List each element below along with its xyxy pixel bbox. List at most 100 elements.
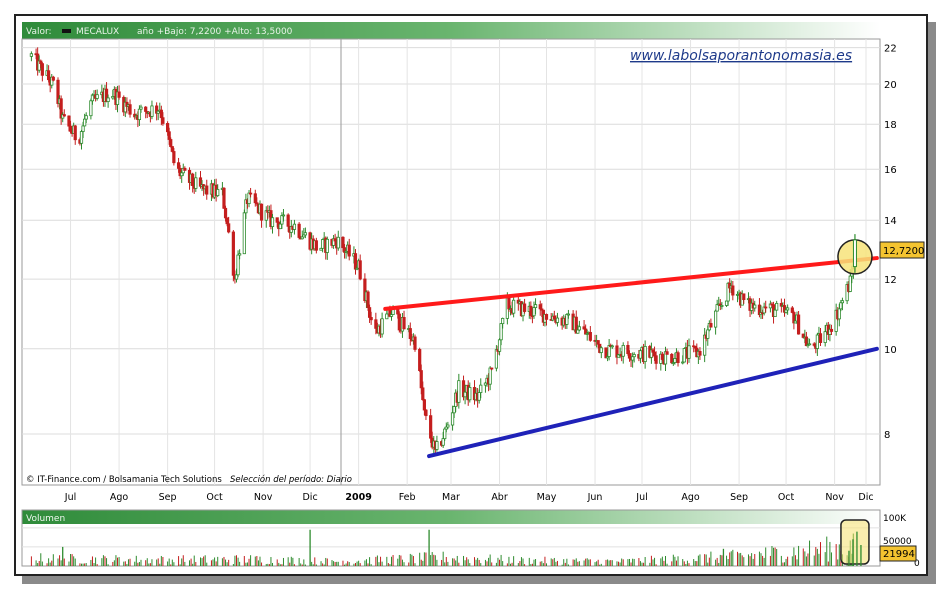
candle-body bbox=[169, 139, 173, 147]
candle-body bbox=[839, 302, 843, 310]
candle-body bbox=[599, 347, 603, 353]
candle-body bbox=[441, 438, 445, 446]
x-tick-label: Dic bbox=[858, 492, 873, 503]
candle-body bbox=[714, 310, 718, 328]
candle-body bbox=[402, 317, 406, 330]
candle-body bbox=[205, 185, 209, 195]
volume-badge: 21994 bbox=[883, 549, 915, 560]
candle-body bbox=[775, 302, 779, 311]
candle-body bbox=[259, 203, 264, 221]
candle-body bbox=[848, 275, 852, 292]
y-tick-label: 14 bbox=[884, 216, 897, 227]
ticker-label: MECALUX bbox=[76, 27, 119, 37]
candle-body bbox=[424, 409, 428, 417]
candle-body bbox=[576, 329, 580, 334]
volume-header-bar bbox=[22, 510, 880, 524]
candle-body bbox=[40, 63, 44, 76]
candle-body bbox=[161, 117, 165, 124]
candle-body bbox=[73, 125, 77, 141]
candle-body bbox=[367, 307, 372, 318]
candle-body bbox=[128, 104, 132, 115]
candle-body bbox=[468, 387, 472, 401]
candle-body bbox=[632, 354, 636, 358]
candle-body bbox=[68, 125, 73, 132]
x-tick-label: Abr bbox=[491, 492, 508, 503]
candle-body bbox=[829, 328, 834, 332]
watermark-link[interactable]: www.labolsaporantonomasia.es bbox=[630, 48, 852, 64]
candle-body bbox=[51, 76, 55, 81]
candle-body bbox=[374, 319, 378, 329]
candle-body bbox=[435, 441, 439, 450]
candle-body bbox=[479, 384, 483, 393]
candle-body bbox=[490, 367, 494, 370]
candle-body bbox=[565, 314, 569, 325]
candle-body bbox=[652, 351, 657, 357]
y-tick-label: 16 bbox=[884, 165, 897, 176]
candle-body bbox=[419, 370, 423, 389]
candle-body bbox=[522, 303, 527, 312]
time-axis: Jul Ago Sep Oct Nov Dic 2009 Feb Mar Abr May Jun Jul… bbox=[64, 492, 874, 503]
x-tick-label: Ago bbox=[110, 492, 129, 503]
candle-body bbox=[654, 355, 658, 364]
candle-body bbox=[139, 106, 143, 110]
candle-body bbox=[176, 162, 181, 169]
candle-body bbox=[292, 223, 297, 230]
x-tick-label: 2009 bbox=[345, 492, 371, 503]
candle-body bbox=[225, 217, 229, 225]
x-tick-label: Jul bbox=[635, 492, 647, 503]
x-tick-label: Nov bbox=[825, 492, 844, 503]
candle-body bbox=[303, 232, 307, 236]
candle-body bbox=[731, 285, 735, 296]
candle-body bbox=[422, 399, 426, 411]
candle-body bbox=[443, 428, 447, 440]
candle-body bbox=[724, 300, 729, 306]
candle-body bbox=[450, 412, 455, 426]
candle-body bbox=[67, 115, 71, 127]
candle-body bbox=[325, 238, 329, 253]
candle-body bbox=[281, 214, 286, 217]
candle-body bbox=[358, 260, 362, 280]
candle-body bbox=[660, 353, 664, 360]
candle-body bbox=[507, 297, 511, 310]
candle-body bbox=[421, 387, 425, 401]
candle-body bbox=[385, 313, 389, 320]
y-tick-label: 8 bbox=[884, 430, 890, 441]
candle-body bbox=[621, 344, 625, 357]
y-tick-label: 12 bbox=[884, 275, 897, 286]
candle-body bbox=[397, 313, 401, 331]
candle-body bbox=[452, 406, 456, 414]
candle-body bbox=[314, 240, 318, 251]
candle-body bbox=[286, 214, 290, 227]
candle-body bbox=[555, 317, 560, 323]
candle-body bbox=[742, 293, 746, 301]
candle-body bbox=[566, 313, 571, 316]
y-tick-label: 18 bbox=[884, 120, 897, 131]
candle-body bbox=[698, 350, 702, 356]
candle-body bbox=[457, 380, 461, 403]
candle-body bbox=[223, 207, 228, 219]
candle-body bbox=[501, 318, 505, 325]
candle-body bbox=[150, 105, 154, 117]
candle-body bbox=[247, 192, 251, 204]
candle-body bbox=[499, 323, 503, 341]
volume-grid bbox=[22, 527, 880, 548]
candle-body bbox=[353, 253, 358, 270]
candle-body bbox=[610, 345, 614, 348]
candle-body bbox=[336, 236, 340, 249]
candle-body bbox=[231, 231, 235, 276]
chart-svg: Valor: MECALUX año +Bajo: 7,2200 +Alto: … bbox=[21, 22, 925, 569]
candle-body bbox=[670, 353, 674, 364]
x-tick-label: Nov bbox=[254, 492, 273, 503]
candle-body bbox=[753, 304, 757, 309]
x-tick-label: Ago bbox=[681, 492, 700, 503]
candle-body bbox=[29, 53, 33, 57]
candle-body bbox=[380, 318, 384, 335]
candle-body bbox=[477, 392, 481, 401]
candle-body bbox=[497, 339, 502, 352]
volume-title: Volumen bbox=[26, 514, 65, 524]
series-swatch bbox=[62, 29, 71, 33]
candle-body bbox=[79, 131, 84, 144]
candle-body bbox=[234, 274, 239, 280]
candle-body bbox=[183, 167, 187, 171]
candle-body bbox=[627, 353, 632, 359]
